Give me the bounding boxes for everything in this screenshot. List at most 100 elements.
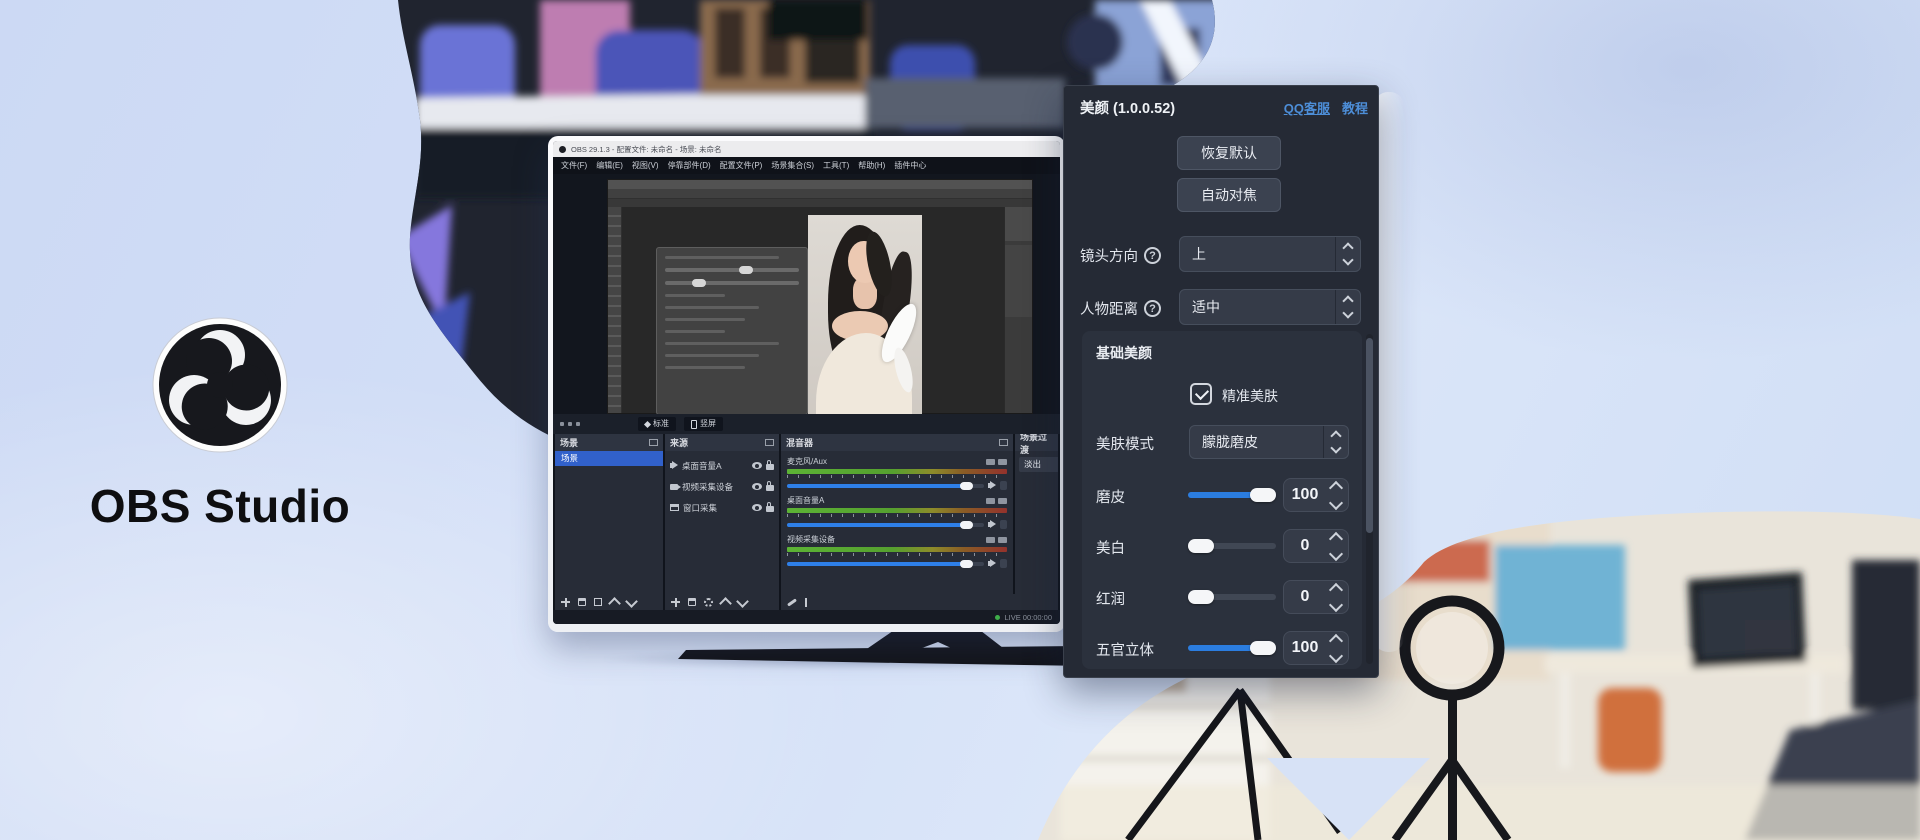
menu-view[interactable]: 视图(V) (632, 160, 659, 171)
scrollbar-thumb[interactable] (1366, 338, 1373, 533)
stepper-up-icon[interactable] (1329, 582, 1343, 596)
select-spinner[interactable] (1323, 426, 1348, 458)
help-icon[interactable]: ? (1144, 300, 1161, 317)
visibility-eye-icon[interactable] (752, 483, 762, 490)
qq-support-link[interactable]: QQ客服 (1284, 98, 1330, 117)
visibility-eye-icon[interactable] (752, 504, 762, 511)
volume-slider-handle[interactable] (960, 482, 973, 490)
slider-track[interactable] (1188, 645, 1276, 651)
lock-icon[interactable] (766, 464, 774, 470)
scenes-dock: 场景 场景 (555, 434, 663, 594)
stepper-up-icon[interactable] (1329, 480, 1343, 494)
meter-tick-marks (787, 475, 1007, 478)
preview-mode-portrait-button[interactable]: 竖屏 (684, 417, 723, 431)
channel-settings-icon[interactable] (1000, 481, 1007, 490)
speaker-icon[interactable] (988, 561, 991, 566)
dock-collapse-icon[interactable] (649, 439, 658, 446)
stepper-down-icon[interactable] (1329, 495, 1343, 509)
source-list-item[interactable]: 窗口采集 (665, 501, 779, 514)
volume-slider[interactable] (787, 523, 984, 527)
duplicate-scene-icon[interactable] (594, 598, 602, 606)
facial-depth-slider-row: 五官立体 100 (1082, 631, 1362, 665)
preview-mode-standard-button[interactable]: 标准 (638, 417, 676, 431)
channel-option-icon[interactable] (986, 537, 995, 543)
lock-icon[interactable] (766, 506, 774, 512)
channel-settings-icon[interactable] (1000, 559, 1007, 568)
move-down-icon[interactable] (736, 595, 749, 608)
move-up-icon[interactable] (608, 597, 621, 610)
menu-scene-collection[interactable]: 场景集合(S) (771, 160, 814, 171)
select-spinner[interactable] (1335, 237, 1360, 271)
channel-option-icon[interactable] (986, 459, 995, 465)
move-up-icon[interactable] (719, 597, 732, 610)
menu-tools[interactable]: 工具(T) (823, 160, 849, 171)
channel-option-icon[interactable] (998, 498, 1007, 504)
dock-collapse-icon[interactable] (765, 439, 774, 446)
photoshop-body (608, 207, 1032, 413)
person-distance-select[interactable]: 适中 (1179, 289, 1361, 325)
volume-slider[interactable] (787, 484, 984, 488)
dock-collapse-icon[interactable] (999, 439, 1008, 446)
visibility-eye-icon[interactable] (752, 462, 762, 469)
channel-option-icon[interactable] (986, 498, 995, 504)
mixer-filters-icon[interactable] (787, 598, 797, 606)
slider-handle[interactable] (1188, 539, 1214, 553)
menu-profile[interactable]: 配置文件(P) (720, 160, 763, 171)
lock-icon[interactable] (766, 485, 774, 491)
remove-scene-icon[interactable] (578, 598, 586, 606)
panel-scrollbar[interactable] (1366, 334, 1373, 664)
mixer-advanced-icon[interactable] (805, 598, 807, 607)
slider-value-box[interactable]: 0 (1283, 529, 1349, 563)
add-source-icon[interactable] (671, 598, 680, 607)
source-list-item[interactable]: 桌面音量A (665, 459, 779, 472)
source-list-item[interactable]: 视频采集设备 (665, 480, 779, 493)
scene-list-item[interactable]: 场景 (555, 451, 663, 466)
stepper-down-icon[interactable] (1329, 546, 1343, 560)
slider-value-box[interactable]: 100 (1283, 631, 1349, 665)
speaker-icon[interactable] (988, 483, 991, 488)
slider-value-box[interactable]: 0 (1283, 580, 1349, 614)
beauty-plugin-panel: 美颜 (1.0.0.52) QQ客服 教程 恢复默认 自动对焦 镜头方向 ? 上… (1063, 85, 1379, 678)
slider-track[interactable] (1188, 492, 1276, 498)
slider-handle[interactable] (1250, 488, 1276, 502)
menu-file[interactable]: 文件(F) (561, 160, 587, 171)
slider-handle[interactable] (1188, 590, 1214, 604)
menu-edit[interactable]: 编辑(E) (596, 160, 623, 171)
slider-handle[interactable] (1250, 641, 1276, 655)
channel-settings-icon[interactable] (1000, 520, 1007, 529)
skin-mode-select[interactable]: 朦胧磨皮 (1189, 425, 1349, 459)
help-icon[interactable]: ? (1144, 247, 1161, 264)
channel-option-icon[interactable] (998, 537, 1007, 543)
obs-window-title: OBS 29.1.3 - 配置文件: 未命名 - 场景: 未命名 (571, 144, 721, 155)
channel-option-icon[interactable] (998, 459, 1007, 465)
lens-direction-select[interactable]: 上 (1179, 236, 1361, 272)
stepper-down-icon[interactable] (1329, 597, 1343, 611)
tutorial-link[interactable]: 教程 (1342, 98, 1368, 117)
volume-slider[interactable] (787, 562, 984, 566)
source-properties-icon[interactable] (704, 598, 713, 607)
volume-slider-handle[interactable] (960, 560, 973, 568)
stepper-up-icon[interactable] (1329, 531, 1343, 545)
audio-mixer-dock: 混音器 麦克风/Aux 桌面音量A (781, 434, 1013, 594)
autofocus-button[interactable]: 自动对焦 (1177, 178, 1281, 212)
standard-mode-icon (644, 420, 651, 427)
select-spinner[interactable] (1335, 290, 1360, 324)
menu-help[interactable]: 帮助(H) (858, 160, 885, 171)
add-scene-icon[interactable] (561, 598, 570, 607)
transition-select[interactable]: 淡出 (1019, 457, 1058, 472)
speaker-icon[interactable] (988, 522, 991, 527)
menu-plugin-center[interactable]: 插件中心 (894, 160, 926, 171)
restore-defaults-button[interactable]: 恢复默认 (1177, 136, 1281, 170)
stepper-up-icon[interactable] (1329, 633, 1343, 647)
volume-slider-handle[interactable] (960, 521, 973, 529)
move-down-icon[interactable] (625, 595, 638, 608)
slider-track[interactable] (1188, 543, 1276, 549)
lens-direction-label: 镜头方向 (1080, 245, 1138, 266)
slider-track[interactable] (1188, 594, 1276, 600)
menu-docks[interactable]: 停靠部件(D) (668, 160, 711, 171)
audio-level-meter (787, 547, 1007, 552)
slider-value-box[interactable]: 100 (1283, 478, 1349, 512)
stepper-down-icon[interactable] (1329, 648, 1343, 662)
precise-skin-checkbox[interactable] (1190, 383, 1212, 405)
remove-source-icon[interactable] (688, 598, 696, 606)
